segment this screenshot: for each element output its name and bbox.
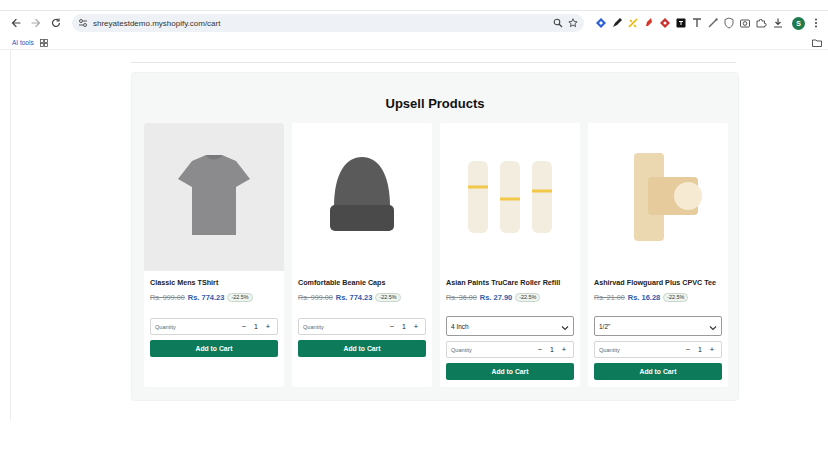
product-card: Classic Mens TShirt Rs. 999.00Rs. 774.23-… [144, 123, 284, 387]
decrease-button[interactable]: − [684, 345, 692, 354]
increase-button[interactable]: + [412, 322, 420, 331]
price-row: Rs. 999.00Rs. 774.23-22.5% [150, 292, 278, 302]
add-to-cart-button[interactable]: Add to Cart [446, 363, 574, 380]
diamond-extension-icon[interactable] [594, 17, 607, 30]
sale-price: Rs. 16.28 [628, 293, 661, 302]
discount-badge: -22.5% [227, 293, 252, 302]
add-to-cart-button[interactable]: Add to Cart [298, 340, 426, 357]
quantity-selector: Quantity−1 + [594, 341, 722, 358]
quantity-label: Quantity [303, 324, 384, 330]
discount-badge: -22.5% [515, 293, 540, 302]
decrease-button[interactable]: − [240, 322, 248, 331]
page-viewport: Upsell Products Classic Mens TShirt Rs. 99… [0, 50, 828, 466]
bookmarks-bar: AI tools [0, 35, 828, 50]
section-title: Upsell Products [144, 95, 726, 112]
product-card: Comfortable Beanie Caps Rs. 999.00Rs. 774… [292, 123, 432, 387]
divider-line [131, 62, 736, 63]
zoom-search-icon[interactable] [553, 14, 563, 32]
quantity-value[interactable]: 1 [696, 346, 704, 353]
red-diamond-extension-icon[interactable] [658, 17, 671, 30]
reload-icon[interactable] [48, 15, 64, 31]
page-content: Upsell Products Classic Mens TShirt Rs. 99… [11, 50, 828, 466]
quantity-label: Quantity [451, 347, 532, 353]
puzzle-extension-icon[interactable] [754, 17, 767, 30]
tab-strip [0, 0, 828, 11]
product-info: Ashirvad Flowguard Plus CPVC Tee Rs. 21.0… [588, 271, 728, 380]
compare-price: Rs. 999.00 [150, 293, 185, 302]
product-name[interactable]: Ashirvad Flowguard Plus CPVC Tee [594, 278, 722, 288]
compare-price: Rs. 21.00 [594, 293, 625, 302]
chevron-down-icon[interactable] [709, 317, 717, 335]
add-to-cart-button[interactable]: Add to Cart [594, 363, 722, 380]
product-grid: Classic Mens TShirtRs. 999.00Rs. 774.23-… [144, 123, 726, 387]
back-icon[interactable] [8, 15, 24, 31]
folder-icon[interactable] [812, 33, 822, 51]
decrease-button[interactable]: − [388, 322, 396, 331]
price-row: Rs. 21.00Rs. 16.28-22.5% [594, 292, 722, 302]
bookmark-star-icon[interactable] [568, 14, 578, 32]
decrease-button[interactable]: − [536, 345, 544, 354]
bookmark-item[interactable]: AI tools [12, 39, 34, 46]
quantity-label: Quantity [155, 324, 236, 330]
browser-toolbar: shreyatestdemo.myshopify.com/cart S [0, 11, 828, 35]
add-to-cart-button[interactable]: Add to Cart [150, 340, 278, 357]
variant-value[interactable]: 4 Inch [451, 323, 561, 330]
pen-extension-icon[interactable] [610, 17, 623, 30]
shield-extension-icon[interactable] [722, 17, 735, 30]
product-info: Comfortable Beanie Caps Rs. 999.00Rs. 774… [292, 271, 432, 357]
forward-icon[interactable] [28, 15, 44, 31]
price-row: Rs. 999.00Rs. 774.23-22.5% [298, 292, 426, 302]
quantity-selector: Quantity−1 + [298, 318, 426, 335]
product-image[interactable] [440, 123, 580, 271]
url-text[interactable]: shreyatestdemo.myshopify.com/cart [93, 19, 548, 28]
variant-select[interactable]: 1/2" [594, 316, 722, 336]
upsell-section: Upsell Products Classic Mens TShirt Rs. 99… [131, 72, 739, 401]
product-card: Asian Paints TruCare Roller Refill Rs. 36… [440, 123, 580, 387]
product-image[interactable] [144, 123, 284, 271]
quantity-selector: Quantity−1 + [150, 318, 278, 335]
spark-extension-icon[interactable] [626, 17, 639, 30]
type-extension-icon[interactable] [690, 17, 703, 30]
price-row: Rs. 36.00Rs. 27.90-22.5% [446, 292, 574, 302]
product-name[interactable]: Asian Paints TruCare Roller Refill [446, 278, 574, 288]
quantity-selector: Quantity−1 + [446, 341, 574, 358]
sale-price: Rs. 774.23 [336, 293, 373, 302]
quantity-value[interactable]: 1 [252, 323, 260, 330]
variant-value[interactable]: 1/2" [599, 323, 709, 330]
extensions-bar [594, 17, 767, 30]
sale-price: Rs. 27.90 [480, 293, 513, 302]
variant-select[interactable]: 4 Inch [446, 316, 574, 336]
quantity-value[interactable]: 1 [400, 323, 408, 330]
increase-button[interactable]: + [708, 345, 716, 354]
quantity-label: Quantity [599, 347, 680, 353]
square-extension-icon[interactable] [674, 17, 687, 30]
product-name[interactable]: Comfortable Beanie Caps [298, 278, 426, 288]
sale-price: Rs. 774.23 [188, 293, 225, 302]
page-gutter [0, 50, 11, 420]
download-icon[interactable] [771, 17, 784, 30]
apps-grid-icon[interactable] [40, 33, 48, 51]
rocket-extension-icon[interactable] [642, 17, 655, 30]
profile-avatar[interactable]: S [792, 17, 805, 30]
compare-price: Rs. 36.00 [446, 293, 477, 302]
increase-button[interactable]: + [560, 345, 568, 354]
product-image[interactable] [588, 123, 728, 271]
camera-extension-icon[interactable] [738, 17, 751, 30]
address-bar[interactable]: shreyatestdemo.myshopify.com/cart [72, 14, 584, 32]
product-image[interactable] [292, 123, 432, 271]
discount-badge: -22.5% [663, 293, 688, 302]
product-info: Classic Mens TShirt Rs. 999.00Rs. 774.23-… [144, 271, 284, 357]
increase-button[interactable]: + [264, 322, 272, 331]
discount-badge: -22.5% [375, 293, 400, 302]
product-name[interactable]: Classic Mens TShirt [150, 278, 278, 288]
brush-extension-icon[interactable] [706, 17, 719, 30]
chevron-down-icon[interactable] [561, 317, 569, 335]
site-settings-icon[interactable] [78, 14, 88, 32]
compare-price: Rs. 999.00 [298, 293, 333, 302]
menu-dots-icon[interactable] [809, 17, 822, 30]
product-info: Asian Paints TruCare Roller Refill Rs. 36… [440, 271, 580, 380]
product-card: Ashirvad Flowguard Plus CPVC Tee Rs. 21.0… [588, 123, 728, 387]
quantity-value[interactable]: 1 [548, 346, 556, 353]
